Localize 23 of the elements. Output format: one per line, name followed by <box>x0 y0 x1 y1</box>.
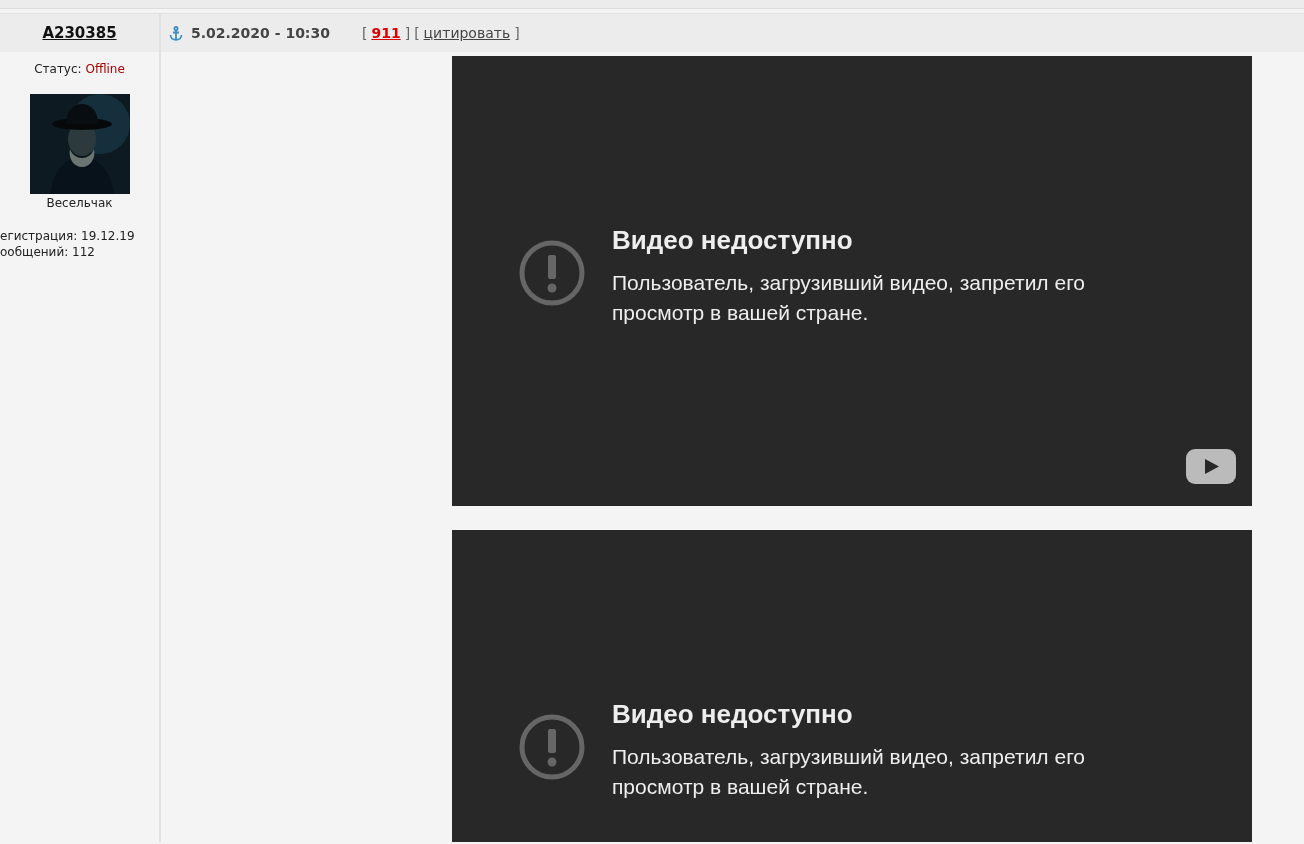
status-label: Статус: <box>34 62 82 76</box>
bracket: ] <box>404 23 411 43</box>
bracket: ] <box>514 23 520 43</box>
user-rank: Весельчак <box>45 195 114 212</box>
bracket: [ <box>360 23 368 43</box>
warning-icon <box>518 239 586 307</box>
play-icon[interactable] <box>1186 449 1236 484</box>
video-title: Видео недоступно <box>612 223 854 257</box>
bracket: [ <box>414 23 420 43</box>
post-date: 5.02.2020 - 10:30 <box>191 23 330 43</box>
message-count: ообщений: 112 <box>0 244 96 260</box>
video-message: Пользователь, загрузивший видео, запретил его просмотр в вашей стране. <box>612 743 1086 800</box>
post-number-link[interactable]: 911 <box>371 22 401 44</box>
video-player[interactable]: Видео недоступно Пользователь, загрузивший видео, запретил его просмотр в вашей стране. <box>452 56 1252 506</box>
author-link[interactable]: A230385 <box>42 21 117 45</box>
quote-link[interactable]: цитировать <box>423 22 511 44</box>
registration-date: егистрация: 19.12.19 <box>0 228 136 244</box>
warning-icon <box>518 713 586 781</box>
anchor-icon[interactable] <box>169 25 183 41</box>
status-value: Offline <box>85 62 125 76</box>
video-title: Видео недоступно <box>612 697 854 731</box>
video-player[interactable]: Видео недоступно Пользователь, загрузивший видео, запретил его просмотр в вашей стране. <box>452 530 1252 842</box>
video-message: Пользователь, загрузивший видео, запретил его просмотр в вашей стране. <box>612 269 1086 326</box>
